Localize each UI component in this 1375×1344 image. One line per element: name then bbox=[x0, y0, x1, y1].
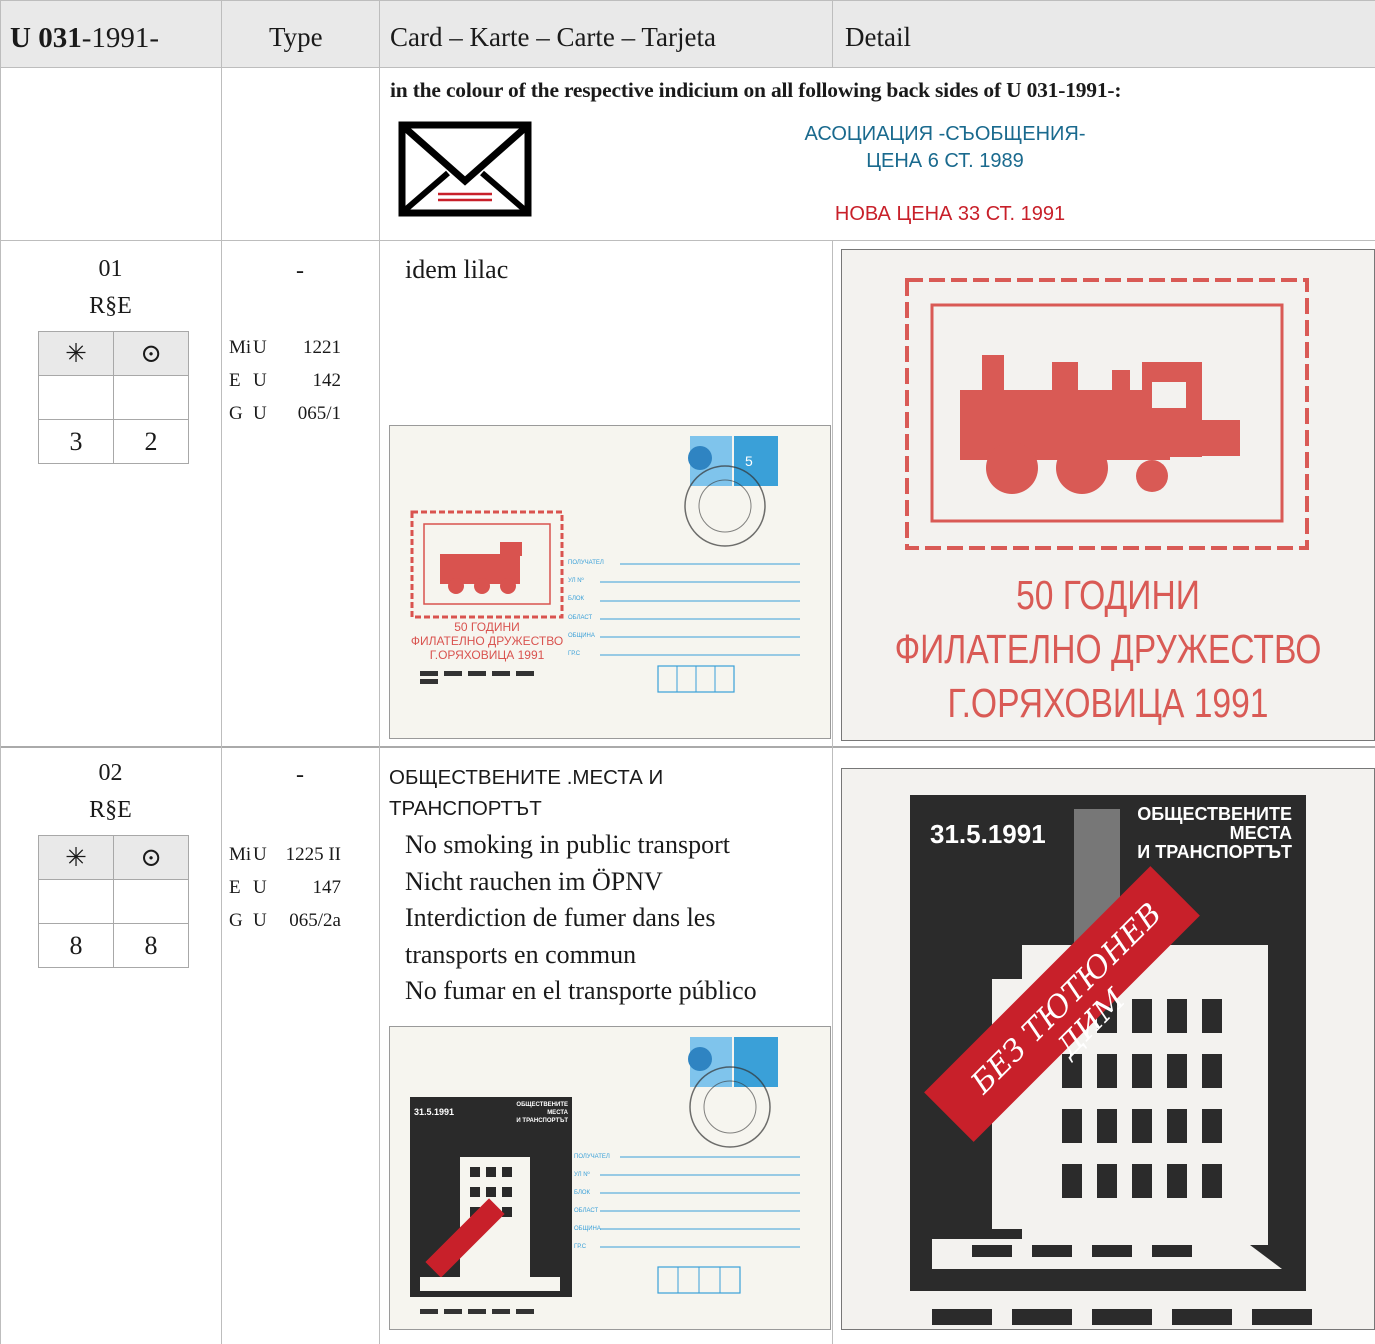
translation-es: No fumar en el transporte público bbox=[405, 976, 757, 1005]
price-table: ✳ ⊙ 3 2 bbox=[38, 331, 189, 464]
row-number: 01 bbox=[98, 256, 123, 282]
detail-image: 31.5.1991 ОБЩЕСТВЕНИТЕ МЕСТА И ТРАНСПОРТ… bbox=[841, 768, 1375, 1330]
translation-fr-cont: transports en commun bbox=[405, 939, 637, 969]
detail-date: 31.5.1991 bbox=[930, 819, 1046, 849]
mint-symbol: ✳ bbox=[38, 331, 114, 376]
type-value: - bbox=[296, 762, 304, 788]
used-symbol: ⊙ bbox=[113, 331, 189, 376]
card-thumbnail: 5 50 ГОДИНИ ФИЛАТЕЛНО ДРУЖЕСТВО Г.ОРЯХОВ… bbox=[389, 425, 831, 739]
header-card: Card – Karte – Carte – Tarjeta bbox=[390, 22, 716, 52]
catalogue-refs: Mi U 1221 E U 142 G U 065/1 bbox=[229, 337, 341, 424]
translation-en: No smoking in public transport bbox=[405, 830, 730, 859]
imprint-text: АСОЦИАЦИЯ -СЪОБЩЕНИЯ- ЦЕНА 6 СТ. 1989 bbox=[720, 121, 1170, 175]
detail-text: 50 ГОДИНИ ФИЛАТЕЛНО ДРУЖЕСТВО Г.ОРЯХОВИЦ… bbox=[894, 572, 1322, 726]
row-number: 02 bbox=[98, 760, 123, 786]
row-description: idem lilac bbox=[405, 255, 509, 284]
mint-value: 8 bbox=[38, 923, 114, 968]
thumb-address-labels: ПОЛУЧАТЕЛ УЛ Nº БЛОК ОБЛАСТ ОБЩИНА ГР.С bbox=[574, 1154, 610, 1250]
row-title: ОБЩЕСТВЕНИТЕ .МЕСТА И ТРАНСПОРТЪТ bbox=[389, 766, 664, 820]
svg-text:5: 5 bbox=[745, 453, 753, 469]
envelope-icon bbox=[398, 121, 532, 217]
card-thumbnail: 31.5.1991 ОБЩЕСТВЕНИТЕ МЕСТА И ТРАНСПОРТ… bbox=[389, 1026, 831, 1330]
price-table: ✳ ⊙ 8 8 bbox=[38, 835, 189, 968]
header-id: U 031-1991- bbox=[10, 22, 160, 54]
thumb-address-labels: ПОЛУЧАТЕЛ УЛ Nº БЛОК ОБЛАСТ ОБЩИНА ГР.С bbox=[568, 560, 604, 658]
row-code: R§E bbox=[89, 293, 132, 319]
imprint-line-2: ЦЕНА 6 СТ. 1989 bbox=[866, 150, 1024, 172]
thumb-date: 31.5.1991 bbox=[414, 1107, 455, 1117]
catalogue-refs: Mi U 1225 II E U 147 G U 065/2a bbox=[229, 844, 341, 931]
used-value: 2 bbox=[113, 419, 189, 464]
new-price: НОВА ЦЕНА 33 СТ. 1991 bbox=[834, 203, 1066, 225]
intro-note: in the colour of the respective indicium… bbox=[390, 78, 1122, 102]
detail-title: ОБЩЕСТВЕНИТЕ МЕСТА И ТРАНСПОРТЪТ bbox=[1137, 804, 1292, 862]
translation-de: Nicht rauchen im ÖPNV bbox=[405, 866, 663, 896]
mint-value: 3 bbox=[38, 419, 114, 464]
imprint-line-1: АСОЦИАЦИЯ -СЪОБЩЕНИЯ- bbox=[804, 123, 1086, 145]
type-value: - bbox=[296, 258, 304, 284]
detail-image: 50 ГОДИНИ ФИЛАТЕЛНО ДРУЖЕСТВО Г.ОРЯХОВИЦ… bbox=[841, 249, 1375, 741]
used-symbol: ⊙ bbox=[113, 835, 189, 880]
header-detail: Detail bbox=[845, 22, 911, 52]
thumb-title: ОБЩЕСТВЕНИТЕ МЕСТА И ТРАНСПОРТЪТ bbox=[516, 1102, 568, 1124]
translation-fr: Interdiction de fumer dans les bbox=[405, 903, 716, 932]
mint-symbol: ✳ bbox=[38, 835, 114, 880]
thumb-text: 50 ГОДИНИ ФИЛАТЕЛНО ДРУЖЕСТВО Г.ОРЯХОВИЦ… bbox=[410, 620, 564, 662]
header-type: Type bbox=[269, 22, 323, 52]
row-code: R§E bbox=[89, 797, 132, 823]
used-value: 8 bbox=[113, 923, 189, 968]
translations: No smoking in public transport Nicht rau… bbox=[405, 827, 757, 1010]
